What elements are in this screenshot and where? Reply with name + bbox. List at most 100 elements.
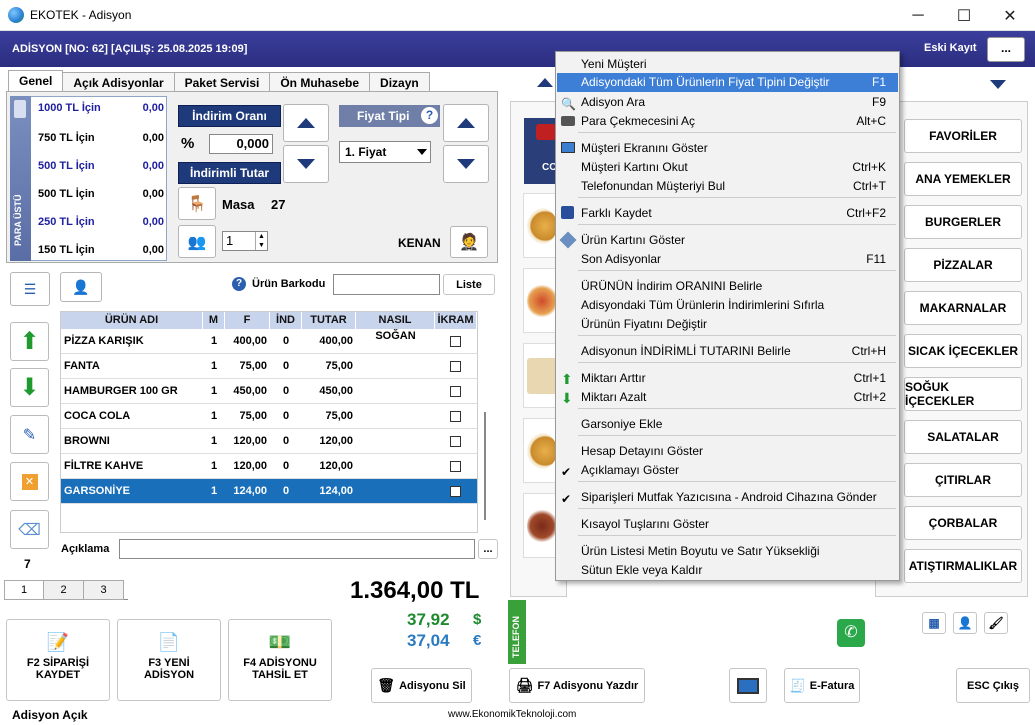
spin-icon[interactable]: ▲ ▼ xyxy=(255,232,267,250)
edit-button[interactable]: ✎ xyxy=(10,415,49,454)
menu-item[interactable]: Adisyondaki Tüm Ürünlerin Fiyat Tipini D… xyxy=(557,73,898,92)
menu-item[interactable]: Para Çekmecesini Aç Alt+C xyxy=(557,112,898,131)
menu-item[interactable]: Telefonundan Müşteriyi Bul Ctrl+T xyxy=(557,177,898,196)
calculator-button[interactable]: ▦ xyxy=(922,612,946,634)
monitor-button[interactable] xyxy=(729,668,767,703)
ikram-checkbox[interactable] xyxy=(450,336,461,347)
tab-paket-servisi[interactable]: Paket Servisi xyxy=(173,72,271,92)
page-tab-1[interactable]: 1 xyxy=(4,580,44,600)
ikram-checkbox[interactable] xyxy=(450,361,461,372)
table-row[interactable]: COCA COLA 1 75,00 0 75,00 xyxy=(61,404,477,429)
f7-yazdir-button[interactable]: 🖨 F7 Adisyonu Yazdır xyxy=(509,668,645,703)
paint-button[interactable]: 🖌 xyxy=(984,612,1008,634)
ikram-checkbox[interactable] xyxy=(450,386,461,397)
move-up-button[interactable]: ⬆ xyxy=(10,322,49,361)
table-row[interactable]: GARSONİYE 1 124,00 0 124,00 xyxy=(61,479,477,504)
menu-item[interactable]: ÜRÜNÜN İndirim ORANINI Belirle xyxy=(557,277,898,296)
menu-item[interactable]: Yeni Müşteri xyxy=(557,55,898,74)
esc-cikis-button[interactable]: ESC Çıkış xyxy=(956,668,1030,703)
delete-item-button[interactable]: ✕ xyxy=(10,462,49,501)
table-row[interactable]: HAMBURGER 100 GR 1 450,00 0 450,00 xyxy=(61,379,477,404)
category-button[interactable]: PİZZALAR xyxy=(904,248,1022,282)
menu-item[interactable]: ✔ Açıklamayı Göster xyxy=(557,461,898,480)
table-row[interactable]: BROWNI 1 120,00 0 120,00 xyxy=(61,429,477,454)
price-type-up-button[interactable] xyxy=(443,104,489,142)
category-button[interactable]: ANA YEMEKLER xyxy=(904,162,1022,196)
e-fatura-button[interactable]: 🧾 E-Fatura xyxy=(784,668,860,703)
column-header[interactable]: NASIL xyxy=(356,312,435,329)
menu-item[interactable]: Hesap Detayını Göster xyxy=(557,442,898,461)
move-down-button[interactable]: ⬇ xyxy=(10,368,49,407)
column-header[interactable]: İND xyxy=(270,312,302,329)
category-button[interactable]: MAKARNALAR xyxy=(904,291,1022,325)
grid-scrollbar[interactable] xyxy=(484,412,486,520)
category-button[interactable]: ÇITIRLAR xyxy=(904,463,1022,497)
ikram-checkbox[interactable] xyxy=(450,436,461,447)
tab-acik-adisyonlar[interactable]: Açık Adisyonlar xyxy=(62,72,175,92)
menu-item[interactable]: Ürün Listesi Metin Boyutu ve Satır Yükse… xyxy=(557,542,898,561)
ikram-checkbox[interactable] xyxy=(450,461,461,472)
eraser-button[interactable]: ⌫ xyxy=(10,510,49,549)
category-button[interactable]: ÇORBALAR xyxy=(904,506,1022,540)
category-button[interactable]: ATIŞTIRMALIKLAR xyxy=(904,549,1022,583)
more-button[interactable]: ... xyxy=(987,37,1025,62)
product-tile[interactable] xyxy=(523,418,557,483)
table-row[interactable]: FİLTRE KAHVE 1 120,00 0 120,00 xyxy=(61,454,477,479)
category-button[interactable]: BURGERLER xyxy=(904,205,1022,239)
product-tile[interactable]: CO xyxy=(524,118,557,184)
customer-edit-button[interactable]: 👤 xyxy=(60,272,102,302)
fiyat-tipi-select[interactable]: 1. Fiyat xyxy=(339,141,431,163)
f3-yeni-adisyon-button[interactable]: 📄 F3 YENİ ADİSYON xyxy=(117,619,221,701)
column-header[interactable]: İKRAM xyxy=(435,312,477,329)
quantity-stepper[interactable]: 1 ▲ ▼ xyxy=(222,231,268,251)
table-row[interactable]: FANTA 1 75,00 0 75,00 xyxy=(61,354,477,379)
menu-item[interactable]: ✔ Siparişleri Mutfak Yazıcısına - Android… xyxy=(557,488,898,507)
indirim-orani-input[interactable]: 0,000 xyxy=(209,134,273,154)
close-button[interactable]: ✕ xyxy=(987,0,1033,31)
menu-item[interactable]: Ürün Kartını Göster xyxy=(557,231,898,250)
column-header[interactable]: M xyxy=(203,312,225,329)
f2-siparisi-kaydet-button[interactable]: 📝 F2 SİPARİŞİ KAYDET xyxy=(6,619,110,701)
menu-item[interactable]: ⬇ Miktarı Azalt Ctrl+2 xyxy=(557,388,898,407)
menu-item[interactable]: Farklı Kaydet Ctrl+F2 xyxy=(557,204,898,223)
f4-tahsil-et-button[interactable]: 💵 F4 ADİSYONU TAHSİL ET xyxy=(228,619,332,701)
barcode-help-icon[interactable]: ? xyxy=(232,277,246,291)
category-button[interactable]: FAVORİLER xyxy=(904,119,1022,153)
user-button[interactable]: 👤 xyxy=(953,612,977,634)
price-type-down-button[interactable] xyxy=(443,145,489,183)
barcode-input[interactable] xyxy=(333,274,440,295)
menu-item[interactable]: Adisyonun İNDİRİMLİ TUTARINI Belirle Ctrl… xyxy=(557,342,898,361)
menu-item[interactable]: Son Adisyonlar F11 xyxy=(557,250,898,269)
discount-down-button[interactable] xyxy=(283,145,329,183)
tab-dizayn[interactable]: Dizayn xyxy=(369,72,430,92)
menu-item[interactable]: Müşteri Ekranını Göster xyxy=(557,139,898,158)
minimize-button[interactable]: ─ xyxy=(895,0,941,31)
menu-item[interactable]: Sütun Ekle veya Kaldır xyxy=(557,561,898,580)
list-button[interactable]: ☰ xyxy=(10,272,50,306)
column-header[interactable]: TUTAR xyxy=(302,312,356,329)
ikram-checkbox[interactable] xyxy=(450,411,461,422)
category-button[interactable]: SICAK İÇECEKLER xyxy=(904,334,1022,368)
menu-item[interactable]: Adisyondaki Tüm Ürünlerin İndirimlerini … xyxy=(557,296,898,315)
tab-on-muhasebe[interactable]: Ön Muhasebe xyxy=(269,72,371,92)
website-link[interactable]: www.EkonomikTeknoloji.com xyxy=(448,709,576,720)
telefon-tab[interactable]: TELEFON xyxy=(508,600,526,664)
menu-item[interactable]: Müşteri Kartını Okut Ctrl+K xyxy=(557,158,898,177)
phone-icon[interactable]: ✆ xyxy=(837,619,865,647)
people-button[interactable]: 👥 xyxy=(178,225,216,258)
menu-item[interactable]: ⬆ Miktarı Arttır Ctrl+1 xyxy=(557,369,898,388)
menu-item[interactable]: 🔍 Adisyon Ara F9 xyxy=(557,93,898,112)
aciklama-more-button[interactable]: ... xyxy=(478,539,498,559)
column-header[interactable]: F xyxy=(225,312,270,329)
aciklama-input[interactable] xyxy=(119,539,475,559)
scroll-down-icon[interactable] xyxy=(990,80,1006,89)
column-header[interactable]: ÜRÜN ADI xyxy=(61,312,203,329)
menu-item[interactable]: Garsoniye Ekle xyxy=(557,415,898,434)
table-select-button[interactable]: 🪑 xyxy=(178,187,216,220)
indirimli-tutar-button[interactable]: İndirimli Tutar xyxy=(178,162,281,184)
waiter-button[interactable]: 🤵 xyxy=(450,226,488,258)
liste-button[interactable]: Liste xyxy=(443,274,495,295)
discount-up-button[interactable] xyxy=(283,104,329,142)
ikram-checkbox[interactable] xyxy=(450,486,461,497)
menu-item[interactable]: Ürünün Fiyatını Değiştir xyxy=(557,315,898,334)
